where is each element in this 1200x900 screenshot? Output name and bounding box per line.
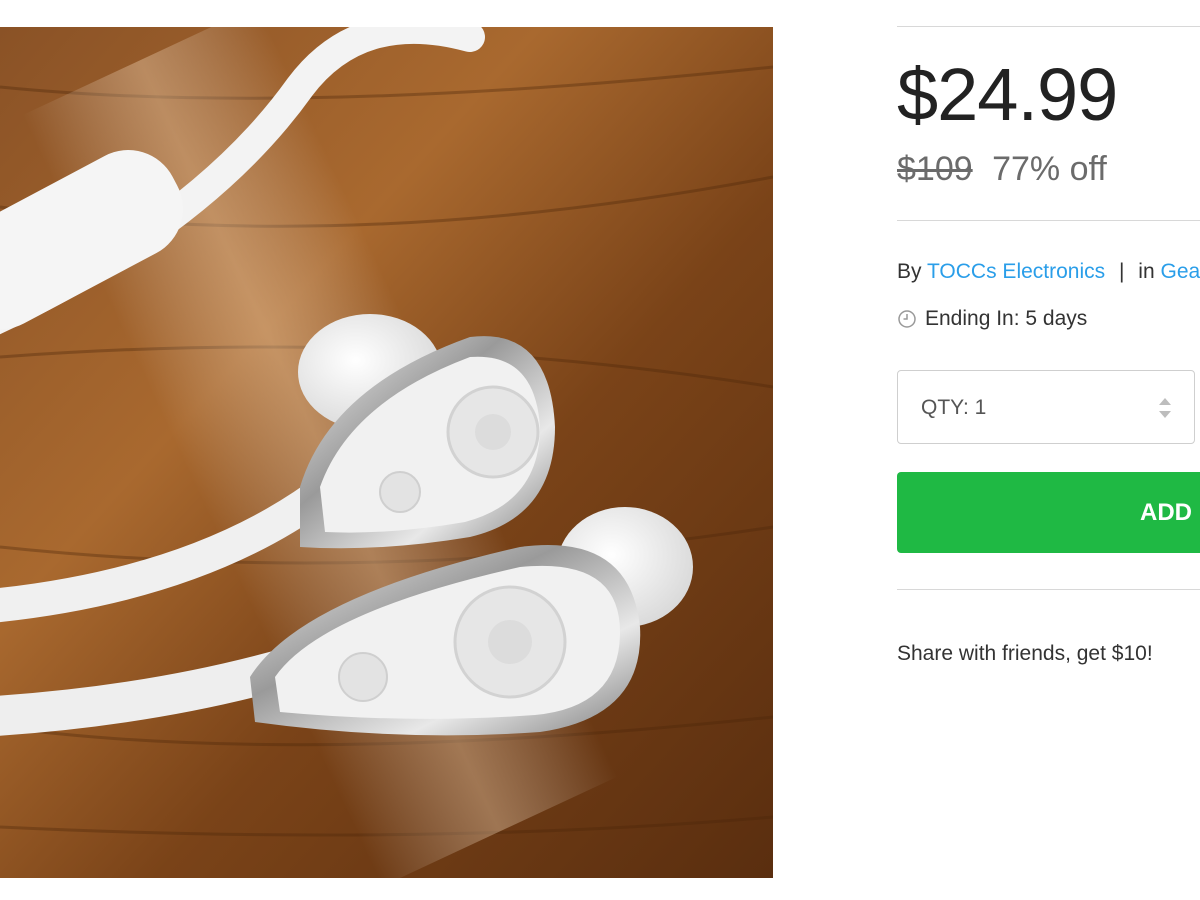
product-page: $24.99 $109 77% off By TOCCs Electronics… [0,0,1200,900]
headphones-photo [0,27,773,878]
vendor-link[interactable]: TOCCs Electronics [927,260,1105,283]
divider [897,220,1200,221]
discount-label: 77% off [992,150,1107,188]
clock-icon [898,310,916,328]
add-to-cart-button[interactable]: ADD [897,472,1200,553]
product-image [0,27,773,878]
share-promo-text[interactable]: Share with friends, get $10! [897,640,1153,668]
sale-price: $24.99 [897,53,1118,136]
quantity-select[interactable]: QTY: 1 [897,370,1195,444]
divider [897,589,1200,590]
seller-byline: By TOCCs Electronics | in Gea [897,258,1200,286]
up-down-stepper-icon [1159,398,1171,418]
category-link[interactable]: Gea [1161,260,1200,283]
ending-text: Ending In: 5 days [925,307,1088,330]
sale-timer: Ending In: 5 days [897,305,1087,333]
in-label: in [1138,260,1155,283]
by-label: By [897,260,922,283]
divider [897,26,1200,27]
price-comparison: $109 77% off [897,147,1107,191]
byline-separator: | [1118,260,1125,283]
purchase-panel: $24.99 $109 77% off By TOCCs Electronics… [897,0,1200,900]
original-price: $109 [897,150,973,188]
quantity-label: QTY: 1 [921,396,987,419]
